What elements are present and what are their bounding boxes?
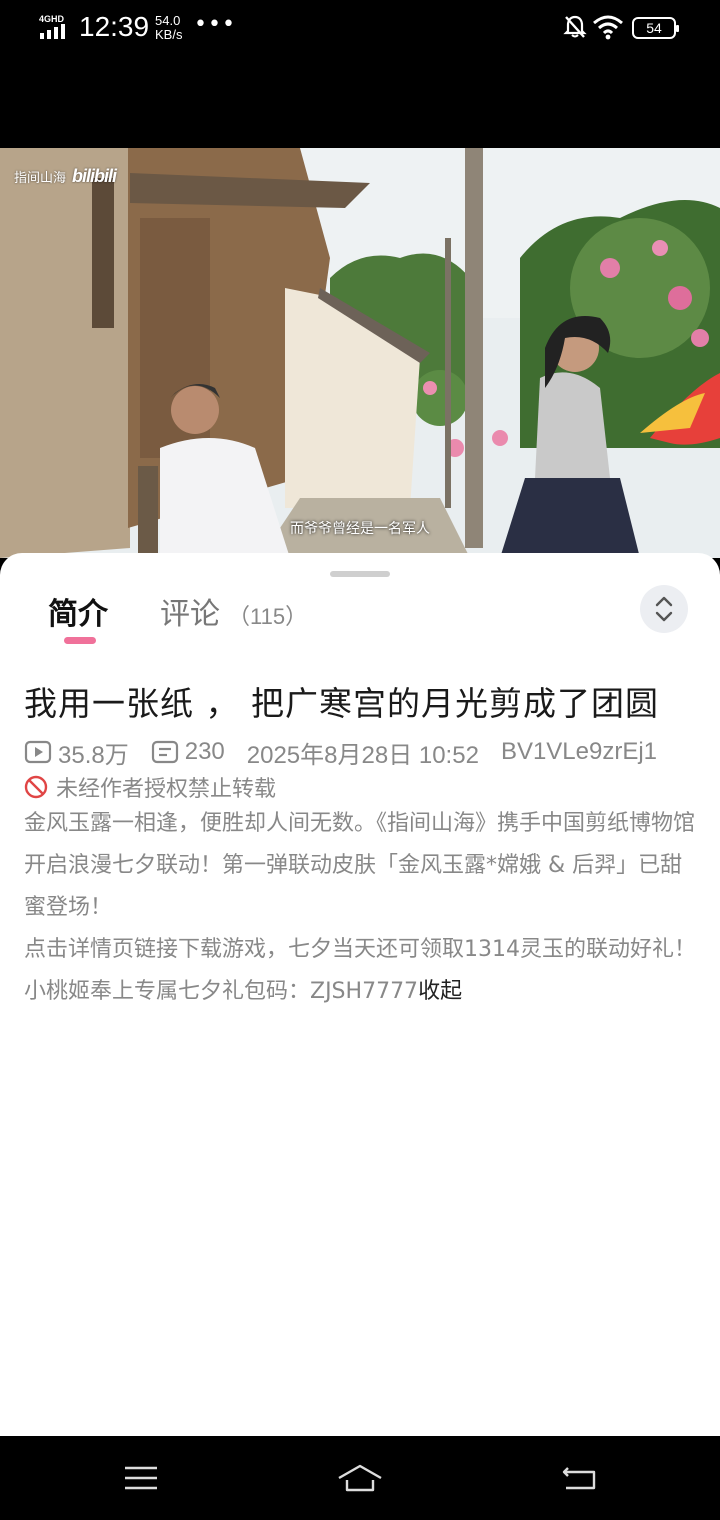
video-watermark: 指间山海 bilibili (14, 166, 117, 187)
comment-count: （115） (228, 604, 308, 629)
description-paragraph: 小桃姬奉上专属七夕礼包码：ZJSH7777收起 (24, 971, 704, 1013)
no-repost-icon (24, 775, 48, 799)
bv-id[interactable]: BV1VLe9zrEj1 (501, 738, 657, 766)
speed-value: 54.0 (155, 13, 181, 28)
tab-intro[interactable]: 简介 (48, 589, 108, 633)
publish-date: 2025年8月28日 10:52 (246, 741, 479, 769)
wifi-icon (593, 15, 623, 40)
system-nav-bar (0, 1436, 720, 1520)
collapse-link[interactable]: 收起 (418, 979, 462, 1004)
svg-text:4GHD: 4GHD (39, 14, 65, 24)
video-title: 我用一张纸 ， 把广寒宫的月光剪成了团圆 (24, 684, 659, 723)
description-paragraph: 金风玉露一相逢，便胜却人间无数。《指间山海》携手中国剪纸博物馆开启浪漫七夕联动！… (24, 811, 696, 920)
battery-level: 54 (646, 20, 662, 36)
detail-sheet: 简介 评论 （115） 我用一张纸 ， 把广寒宫的月光剪成了团圆 35.8万 23… (0, 553, 720, 1436)
signal-icon: 4GHD (39, 14, 65, 39)
drag-handle[interactable] (330, 571, 390, 577)
back-icon[interactable] (560, 1462, 600, 1494)
video-meta: 35.8万 230 2025年8月28日 10:52 BV1VLe9zrEj1 (24, 737, 657, 769)
copyright-notice-text: 未经作者授权禁止转载 (56, 777, 277, 802)
video-description: 金风玉露一相逢，便胜却人间无数。《指间山海》携手中国剪纸博物馆开启浪漫七夕联动！… (24, 803, 704, 1013)
copyright-notice: 未经作者授权禁止转载 (24, 771, 276, 803)
danmaku-count: 230 (184, 738, 225, 765)
video-frame (0, 148, 720, 558)
battery-icon: 54 (632, 17, 679, 39)
bilibili-logo: bilibili (72, 166, 117, 186)
video-subtitle: 而爷爷曾经是一名军人 (290, 521, 430, 537)
active-tab-indicator (64, 637, 96, 644)
speed-unit: KB/s (155, 27, 183, 42)
view-count: 35.8万 (58, 741, 129, 769)
danmaku-icon (151, 740, 178, 764)
network-speed: 54.0 KB/s (155, 14, 182, 42)
tab-comments[interactable]: 评论 （115） (160, 589, 307, 633)
menu-icon[interactable] (121, 1462, 161, 1494)
more-notifications-icon: ••• (194, 12, 236, 37)
expand-toggle-button[interactable] (640, 585, 688, 633)
mute-bell-icon (563, 15, 587, 38)
play-count-icon (24, 740, 52, 764)
chevron-up-down-icon (655, 596, 673, 622)
tab-comments-label: 评论 (160, 597, 220, 632)
status-bar: 4GHD 12:39 54.0 KB/s ••• 54 (0, 0, 720, 60)
home-icon[interactable] (336, 1462, 384, 1494)
clock: 12:39 (79, 11, 150, 42)
description-paragraph: 点击详情页链接下载游戏，七夕当天还可领取1314灵玉的联动好礼！ (24, 937, 696, 962)
watermark-channel: 指间山海 (14, 171, 67, 186)
video-player[interactable]: 指间山海 bilibili 而爷爷曾经是一名军人 (0, 148, 720, 558)
gift-code-text: 小桃姬奉上专属七夕礼包码：ZJSH7777 (24, 979, 419, 1004)
